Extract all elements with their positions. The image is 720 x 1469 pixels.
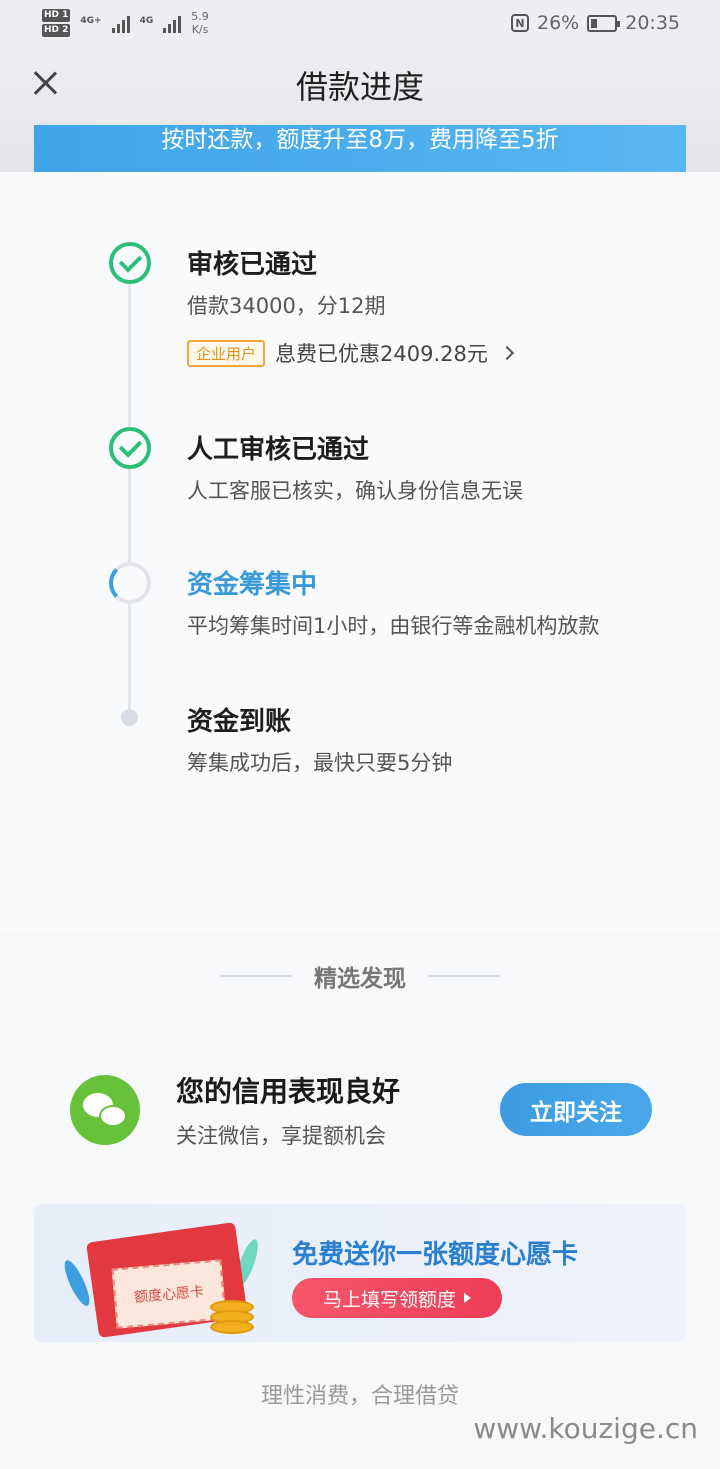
progress-timeline: 审核已通过 借款34000，分12期 企业用户 息费已优惠2409.28元 人工… [0,172,720,932]
divider [428,975,500,977]
pending-dot-icon [121,709,138,726]
nfc-icon: N [511,14,529,32]
enterprise-user-tag: 企业用户 [187,339,266,367]
red-envelope-illustration: 额度心愿卡 [60,1218,263,1338]
clock: 20:35 [625,12,680,34]
sim2-badge: HD 2 [42,24,71,37]
signal-icon [163,13,182,33]
step-title: 人工审核已通过 [187,435,370,465]
follow-button[interactable]: 立即关注 [500,1083,652,1136]
coin-shape [210,1320,254,1334]
check-circle-icon [109,242,151,284]
status-bar: HD 1 HD 2 4G+ 4G 5.9 K/s N 26% 20:35 [0,0,720,46]
loading-spinner-icon [109,562,151,604]
step-title: 资金到账 [187,707,292,737]
speed-unit: K/s [191,23,209,36]
status-bar-right: N 26% 20:35 [511,12,680,34]
timeline-line [128,264,131,714]
promo-banner[interactable]: 按时还款，额度升至8万，费用降至5折 [34,125,686,172]
page-title: 借款进度 [295,68,424,106]
play-arrow-icon [464,1293,471,1303]
check-circle-icon [109,427,151,469]
step-desc: 筹集成功后，最快只要5分钟 [187,751,453,775]
claim-credit-label: 马上填写领额度 [322,1288,456,1311]
bubble-shape [99,1105,127,1127]
step-desc: 借款34000，分12期 [187,294,386,318]
wechat-card-subtitle: 关注微信，享提额机会 [176,1124,386,1148]
watermark: www.kouzige.cn [473,1412,698,1445]
battery-icon [587,14,621,32]
divider [220,975,292,977]
network-type-1: 4G+ [80,16,102,26]
header: 借款进度 按时还款，额度升至8万，费用降至5折 [0,46,720,172]
speed-value: 5.9 [191,10,209,23]
step-title: 审核已通过 [187,250,318,280]
wish-card-promo[interactable]: 额度心愿卡 免费送你一张额度心愿卡 马上填写领额度 [34,1204,686,1342]
step-desc: 人工客服已核实，确认身份信息无误 [187,479,523,503]
sim-indicators: HD 1 HD 2 [42,8,71,38]
discover-label: 精选发现 [314,966,406,992]
step-title: 资金筹集中 [187,570,318,600]
sim1-badge: HD 1 [42,9,71,22]
wechat-card-title: 您的信用表现良好 [176,1075,401,1108]
network-speed: 5.9 K/s [191,10,209,36]
wish-card-title: 免费送你一张额度心愿卡 [292,1240,579,1270]
wish-card-graphic: 额度心愿卡 [111,1259,227,1329]
step-desc: 平均筹集时间1小时，由银行等金融机构放款 [187,614,600,638]
chevron-right-icon [499,345,514,361]
claim-credit-button[interactable]: 马上填写领额度 [292,1278,502,1318]
signal-icon [111,13,130,33]
discount-text: 息费已优惠2409.28元 [275,342,488,366]
status-bar-left: HD 1 HD 2 4G+ 4G 5.9 K/s [42,8,209,38]
network-type-2: 4G [139,16,154,26]
discover-section-header: 精选发现 [0,950,720,1002]
battery-percent: 26% [537,12,580,34]
footer-note: 理性消费，合理借贷 [260,1384,459,1409]
wechat-icon [70,1075,140,1145]
discount-link[interactable]: 企业用户 息费已优惠2409.28元 [187,338,514,368]
wechat-follow-card: 您的信用表现良好 关注微信，享提额机会 立即关注 [0,1050,720,1180]
